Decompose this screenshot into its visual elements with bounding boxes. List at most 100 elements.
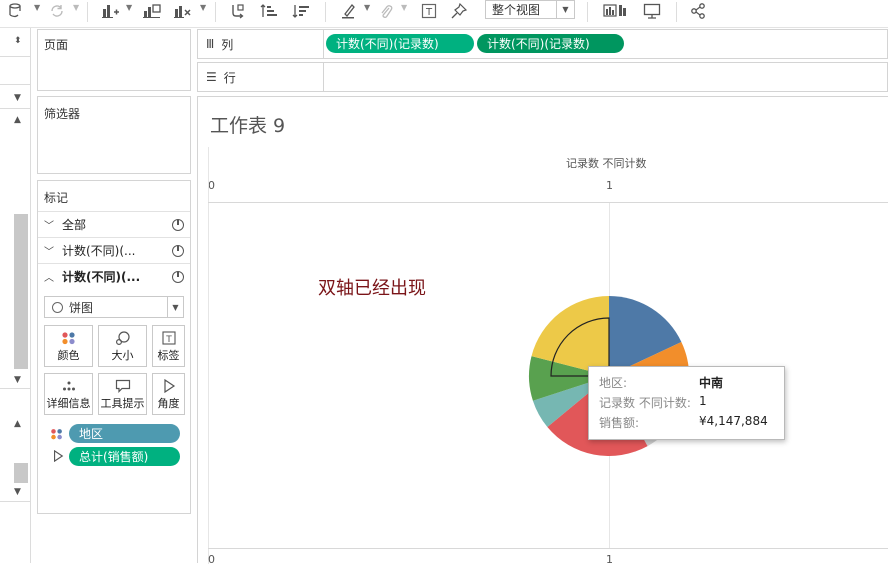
detail-label: 详细信息 <box>46 397 91 410</box>
columns-label: 列 <box>221 37 234 52</box>
refresh-icon[interactable] <box>47 0 67 22</box>
tooltip-row: 销售额: ¥4,147,884 <box>599 414 779 432</box>
columns-shelf-label: Ⅲ 列 <box>198 30 324 58</box>
view-size-label: 整个视图 <box>492 3 541 17</box>
size-icon <box>99 331 146 349</box>
mark-type-select[interactable]: 饼图 ▼ <box>44 296 184 318</box>
sales-sum-pill[interactable]: 总计(销售额) <box>69 447 180 466</box>
chevron-down-icon[interactable]: ▼ <box>401 3 407 12</box>
pages-panel[interactable]: 页面 <box>37 29 191 91</box>
scrollbar-thumb[interactable] <box>14 214 28 369</box>
chevron-down-icon[interactable]: ﹀ <box>44 217 58 232</box>
pie-mark-icon <box>172 244 184 257</box>
chevron-down-icon[interactable]: ▼ <box>364 3 370 12</box>
chevron-down-icon[interactable]: ▼ <box>34 3 40 12</box>
data-pane-strip: ⬍ ▼ ▲ ▼ ▲ ▼ <box>0 28 31 563</box>
tooltip-key: 地区: <box>599 376 628 390</box>
toolbar-divider <box>676 2 677 22</box>
marks-card-all[interactable]: ﹀ 全部 <box>38 211 190 237</box>
tooltip-value: 中南 <box>699 376 724 390</box>
label-button[interactable]: T 标签 <box>152 325 185 367</box>
tooltip-row: 记录数 不同计数: 1 <box>599 394 779 412</box>
tooltip-key: 记录数 不同计数: <box>599 396 691 410</box>
marks-card-count-2[interactable]: ︿ 计数(不同)(... <box>38 263 190 289</box>
view-size-select[interactable]: 整个视图 ▼ <box>485 0 575 19</box>
scrollbar-thumb[interactable] <box>14 463 28 483</box>
chevron-down-icon[interactable]: ▼ <box>73 3 79 12</box>
chevron-down-icon[interactable]: ﹀ <box>44 243 58 258</box>
detail-button[interactable]: 详细信息 <box>44 373 93 415</box>
tooltip-icon <box>99 379 146 397</box>
chevron-up-icon[interactable]: ︿ <box>44 269 58 284</box>
pie-mark-icon <box>172 270 184 283</box>
chevron-down-icon[interactable]: ▼ <box>14 93 21 103</box>
tooltip-label: 工具提示 <box>100 397 145 410</box>
marks-card-label: 计数(不同)(... <box>62 270 141 284</box>
tooltip-key: 销售额: <box>599 416 640 430</box>
swap-icon[interactable] <box>228 0 248 22</box>
columns-icon: Ⅲ <box>206 37 214 51</box>
pie-chart[interactable] <box>198 97 888 564</box>
svg-text:T: T <box>425 7 433 18</box>
divider <box>0 84 31 85</box>
datasource-icon[interactable] <box>6 0 24 22</box>
columns-shelf[interactable]: Ⅲ 列 计数(不同)(记录数) 计数(不同)(记录数) <box>197 29 888 59</box>
pin-icon[interactable] <box>449 0 469 22</box>
filters-title: 筛选器 <box>44 107 81 121</box>
tooltip-value: ¥4,147,884 <box>699 414 768 428</box>
chevron-down-icon[interactable]: ▼ <box>167 297 183 317</box>
column-pill-label: 计数(不同)(记录数) <box>336 37 439 51</box>
divider <box>0 108 31 109</box>
rows-label: 行 <box>223 70 236 85</box>
region-pill[interactable]: 地区 <box>69 424 180 443</box>
pie-mark-icon <box>52 301 63 313</box>
sort-toggle-icon[interactable]: ⬍ <box>14 36 22 46</box>
marks-card-label: 全部 <box>62 218 87 232</box>
region-pill-label: 地区 <box>79 427 104 441</box>
share-icon[interactable] <box>688 0 708 22</box>
color-icon <box>45 331 92 349</box>
size-label: 大小 <box>111 349 134 362</box>
new-sheet-icon[interactable] <box>100 0 122 22</box>
highlight-icon[interactable] <box>339 0 359 22</box>
marks-card-label: 计数(不同)(... <box>62 244 136 258</box>
paperclip-icon[interactable] <box>376 0 396 22</box>
toolbar: ▼ ▼ ▼ ▼ ▼ ▼ T 整个视图 ▼ <box>0 0 888 28</box>
label-label: 标签 <box>157 349 180 362</box>
filters-panel[interactable]: 筛选器 <box>37 96 191 174</box>
angle-icon <box>52 449 64 465</box>
show-me-icon[interactable] <box>601 0 635 22</box>
column-pill-1[interactable]: 计数(不同)(记录数) <box>326 34 474 53</box>
marks-panel: 标记 ﹀ 全部 ﹀ 计数(不同)(... ︿ 计数(不同)(... 饼图 ▼ 颜… <box>37 180 191 514</box>
label-icon: T <box>153 331 184 349</box>
toolbar-divider <box>215 2 216 22</box>
color-button[interactable]: 颜色 <box>44 325 93 367</box>
clear-sheet-icon[interactable] <box>172 0 194 22</box>
tooltip-button[interactable]: 工具提示 <box>98 373 147 415</box>
angle-icon <box>153 378 184 397</box>
scroll-down-icon[interactable]: ▼ <box>14 375 21 385</box>
scroll-down-icon[interactable]: ▼ <box>14 487 21 497</box>
new-dashboard-icon[interactable] <box>141 0 163 22</box>
size-button[interactable]: 大小 <box>98 325 147 367</box>
chevron-down-icon[interactable]: ▼ <box>556 1 574 18</box>
tooltip-popup: 地区: 中南 记录数 不同计数: 1 销售额: ¥4,147,884 <box>588 366 785 440</box>
column-pill-2[interactable]: 计数(不同)(记录数) <box>477 34 624 53</box>
angle-label: 角度 <box>157 397 180 410</box>
scroll-up-icon[interactable]: ▲ <box>14 419 21 429</box>
toolbar-divider <box>325 2 326 22</box>
sort-desc-icon[interactable] <box>291 0 311 22</box>
label-icon[interactable]: T <box>419 0 439 22</box>
angle-button[interactable]: 角度 <box>152 373 185 415</box>
sales-sum-pill-label: 总计(销售额) <box>79 450 149 464</box>
scroll-up-icon[interactable]: ▲ <box>14 115 21 125</box>
worksheet[interactable]: 工作表 9 记录数 不同计数 0 1 0 1 双轴已经出现 <box>197 96 888 566</box>
marks-card-count-1[interactable]: ﹀ 计数(不同)(... <box>38 237 190 263</box>
chevron-down-icon[interactable]: ▼ <box>126 3 132 12</box>
svg-text:T: T <box>165 335 172 345</box>
sort-asc-icon[interactable] <box>259 0 279 22</box>
chevron-down-icon[interactable]: ▼ <box>200 3 206 12</box>
rows-shelf[interactable]: ☰ 行 <box>197 62 888 92</box>
presentation-icon[interactable] <box>641 0 663 22</box>
color-label: 颜色 <box>57 349 80 362</box>
